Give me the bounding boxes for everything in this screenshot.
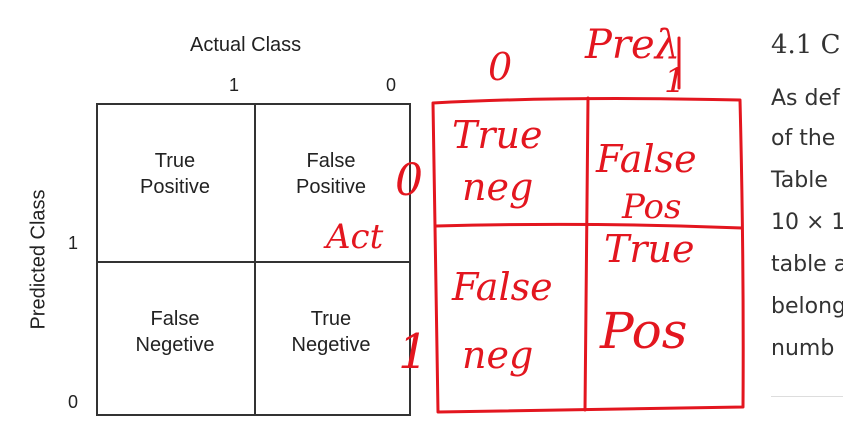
hand-row-zero: 0: [395, 155, 423, 206]
body-line: of the: [771, 126, 836, 151]
hand-cell-3-line1: False: [451, 265, 553, 309]
section-heading: 4.1 C: [771, 30, 841, 60]
hand-cell-3-line2: neg: [462, 333, 533, 377]
hand-cell-1-line2: neg: [462, 165, 533, 209]
section-divider: [771, 396, 843, 397]
body-line: belong: [771, 294, 843, 319]
body-line: 10 × 1: [771, 210, 843, 235]
hand-grid-vertical: [583, 96, 590, 412]
hand-cell-2-line1: False: [595, 137, 697, 181]
hand-col-zero: 0: [488, 45, 512, 89]
hand-cell-1-line1: True: [452, 113, 542, 157]
handwriting-overlay: Preλ 0 1 0 Act 1 True neg False Pos Fals…: [323, 22, 745, 414]
body-line: As def: [771, 86, 840, 111]
hand-cell-2-line2: Pos: [621, 187, 681, 227]
hand-cell-4-line2: Pos: [599, 302, 687, 360]
hand-row-one: 1: [398, 324, 429, 380]
hand-cell-4-line1: True: [604, 227, 694, 271]
hand-col-one: 1: [664, 61, 686, 101]
hand-row-label: Act: [323, 217, 384, 257]
body-line: numb: [771, 336, 835, 361]
body-line: Table: [771, 168, 828, 193]
hand-grid-horizontal: [434, 222, 744, 230]
body-line: table a: [771, 252, 843, 277]
